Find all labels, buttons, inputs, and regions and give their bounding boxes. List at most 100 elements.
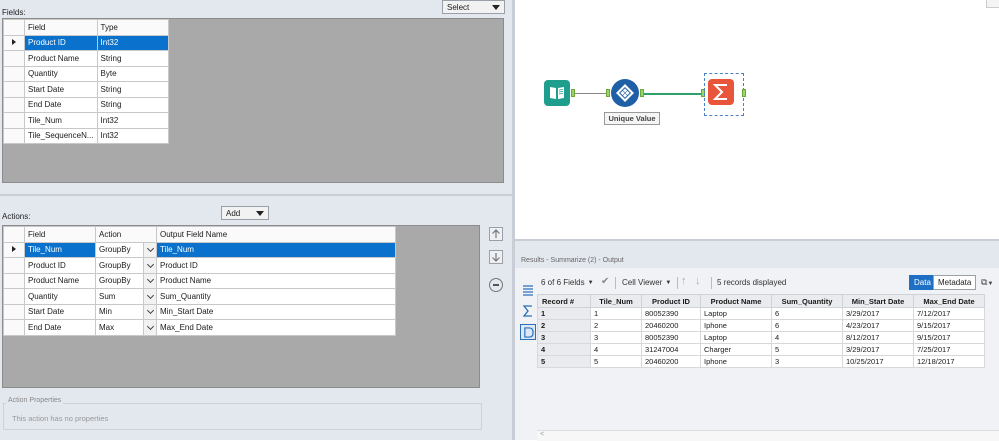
cell[interactable]: 80052390 [641,307,701,320]
row-selector[interactable] [3,127,25,144]
list-view-icon[interactable] [520,282,536,298]
metadata-tab[interactable]: Metadata [933,275,977,290]
type-cell[interactable]: Int32 [96,127,169,144]
output-field-cell[interactable]: Min_Start Date [156,303,396,320]
remove-action-button[interactable] [489,278,503,292]
chevron-down-icon[interactable] [143,289,156,304]
fields-selector[interactable]: 6 of 6 Fields ▼ [541,278,594,287]
type-cell[interactable]: String [96,96,169,113]
cell[interactable]: Iphone [700,355,772,368]
row-selector[interactable] [3,112,25,129]
column-header-record[interactable]: Record # [537,294,591,308]
field-cell[interactable]: End Date [24,319,96,336]
type-cell[interactable]: Int32 [96,112,169,129]
input-anchor[interactable] [606,89,610,97]
field-cell[interactable]: Tile_SequenceN... [24,127,98,144]
table-row[interactable]: Product ID GroupBy Product ID [3,257,396,274]
cell[interactable]: 7/25/2017 [913,343,985,356]
chevron-down-icon[interactable] [143,242,156,257]
cell[interactable]: 20460200 [641,355,701,368]
cell[interactable]: 3 [590,331,642,344]
results-splitter[interactable] [515,239,999,241]
field-cell[interactable]: Product Name [24,50,98,67]
summarize-output-anchor[interactable] [742,89,746,97]
table-row[interactable]: 2 2 20460200 Iphone 6 4/23/2017 9/15/201… [537,319,985,332]
workflow-canvas[interactable]: Unique Value [515,0,999,240]
field-cell[interactable]: Product ID [24,257,96,274]
table-row[interactable]: Tile_SequenceN... Int32 [3,127,169,144]
column-header-product-id[interactable]: Product ID [641,294,701,308]
action-select[interactable]: Sum [95,288,157,305]
cell[interactable]: Charger [700,343,772,356]
field-cell[interactable]: Start Date [24,303,96,320]
action-select[interactable]: Min [95,303,157,320]
table-row[interactable]: Product Name String [3,50,169,67]
action-select[interactable]: GroupBy [95,257,157,274]
row-selector[interactable] [3,303,25,320]
checkmark-icon[interactable]: ✔ [601,276,609,287]
cell[interactable]: 3 [771,355,843,368]
chevron-down-icon[interactable] [143,304,156,319]
type-cell[interactable]: Byte [96,65,169,82]
table-row[interactable]: 5 5 20460200 Iphone 3 10/25/2017 12/18/2… [537,355,985,368]
panel-splitter[interactable] [0,194,512,196]
copy-icon[interactable]: ⧉▼ [981,277,993,288]
type-cell[interactable]: String [96,81,169,98]
table-row[interactable]: 4 4 31247004 Charger 5 3/29/2017 7/25/20… [537,343,985,356]
table-row[interactable]: Quantity Sum Sum_Quantity [3,288,396,305]
move-up-button[interactable] [489,227,503,241]
chevron-down-icon[interactable] [143,258,156,273]
cell[interactable]: 8/12/2017 [842,331,914,344]
row-selector[interactable] [3,241,25,258]
unique-tool[interactable] [611,79,639,107]
column-header-product-name[interactable]: Product Name [700,294,772,308]
cell[interactable]: 4/23/2017 [842,319,914,332]
chevron-down-icon[interactable] [143,273,156,288]
table-row[interactable]: End Date Max Max_End Date [3,319,396,336]
cell[interactable]: 10/25/2017 [842,355,914,368]
row-selector[interactable] [3,65,25,82]
cell[interactable]: 4 [771,331,843,344]
table-row[interactable]: Product Name GroupBy Product Name [3,272,396,289]
row-selector[interactable] [3,81,25,98]
data-view-icon[interactable] [520,324,536,340]
field-cell[interactable]: Quantity [24,65,98,82]
cell[interactable]: 6 [771,307,843,320]
table-row[interactable]: Start Date Min Min_Start Date [3,303,396,320]
output-field-cell[interactable]: Product ID [156,257,396,274]
sigma-view-icon[interactable] [520,303,536,319]
action-select[interactable]: GroupBy [95,272,157,289]
action-select[interactable]: GroupBy [95,241,157,258]
action-select[interactable]: Max [95,319,157,336]
table-row[interactable]: End Date String [3,96,169,113]
output-field-cell[interactable]: Product Name [156,272,396,289]
row-selector[interactable] [3,319,25,336]
cell[interactable]: Laptop [700,331,772,344]
cell[interactable]: 5 [590,355,642,368]
table-row[interactable]: Product ID Int32 [3,34,169,51]
cell[interactable]: Laptop [700,307,772,320]
scroll-left-icon[interactable]: < [540,431,544,438]
table-row[interactable]: 3 3 80052390 Laptop 4 8/12/2017 9/15/201… [537,331,985,344]
input-data-tool[interactable] [544,80,570,106]
row-selector[interactable] [3,34,25,51]
add-dropdown[interactable]: Add [221,206,269,220]
cell[interactable]: 4 [590,343,642,356]
cell[interactable]: 31247004 [641,343,701,356]
table-row[interactable]: Start Date String [3,81,169,98]
canvas-corner-control[interactable] [986,0,999,8]
row-selector[interactable] [3,50,25,67]
field-cell[interactable]: Tile_Num [24,112,98,129]
output-field-cell[interactable]: Tile_Num [156,241,396,258]
cell[interactable]: 6 [771,319,843,332]
data-tab[interactable]: Data [909,275,936,290]
type-cell[interactable]: String [96,50,169,67]
cell[interactable]: Iphone [700,319,772,332]
row-selector[interactable] [3,96,25,113]
cell[interactable]: 80052390 [641,331,701,344]
summarize-tool[interactable] [708,79,734,105]
cell[interactable]: 12/18/2017 [913,355,985,368]
type-cell[interactable]: Int32 [96,34,169,51]
select-dropdown[interactable]: Select [442,0,505,14]
output-field-cell[interactable]: Sum_Quantity [156,288,396,305]
